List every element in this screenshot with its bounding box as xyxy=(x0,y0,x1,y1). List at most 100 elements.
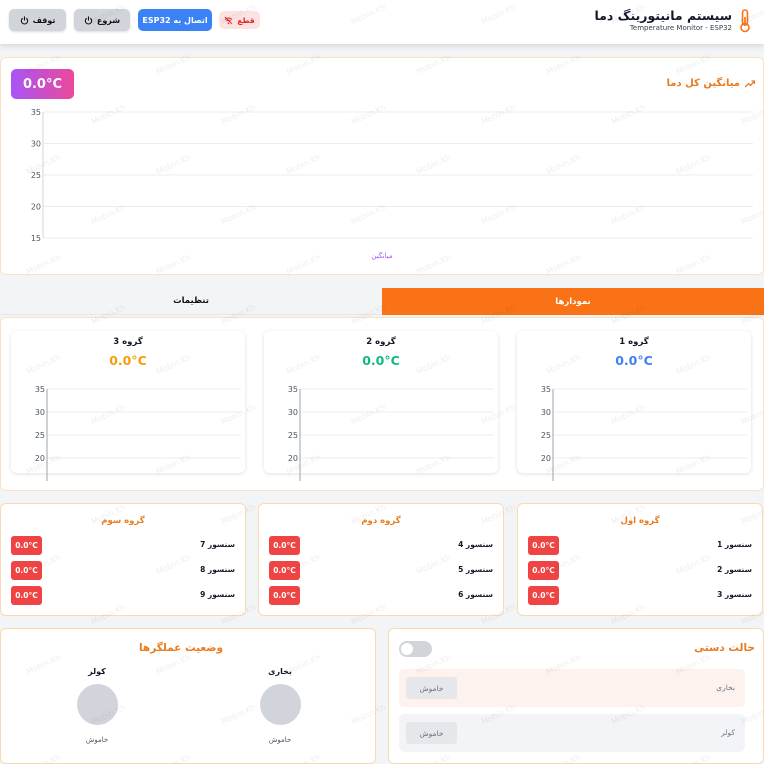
group-charts-panel: گروه 1 0.0°C 35 30 25 20 گروه 2 0.0°C 35 30 2… xyxy=(0,317,764,491)
sensor-value-badge: 0.0°C xyxy=(528,561,559,580)
actuator-state: خاموش xyxy=(85,736,109,744)
connection-status-badge: قطع xyxy=(219,11,260,29)
actuator-heater: بخاری خاموش xyxy=(250,667,310,744)
group-chart-card-1: گروه 1 0.0°C 35 30 25 20 xyxy=(517,331,751,481)
sensor-label: سنسور 7 xyxy=(200,540,235,549)
sensor-label: سنسور 5 xyxy=(458,565,493,574)
sensor-value-badge: 0.0°C xyxy=(269,586,300,605)
trending-up-icon xyxy=(745,79,755,87)
connect-esp32-button[interactable]: اتصال به ESP32 xyxy=(138,9,212,31)
sensor-row: سنسور 7 0.0°C xyxy=(11,536,235,555)
y-tick-label: 35 xyxy=(35,385,45,394)
group-value: 0.0°C xyxy=(615,353,653,368)
thermometer-icon xyxy=(738,8,752,33)
actuator-status-title: وضعیت عملگرها xyxy=(138,642,223,654)
sensor-value-badge: 0.0°C xyxy=(11,536,42,555)
tab-charts[interactable]: نمودارها xyxy=(382,288,764,315)
actuator-cooler: کولر خاموش xyxy=(67,667,127,744)
start-button[interactable]: شروع xyxy=(74,9,130,31)
sensor-label: سنسور 3 xyxy=(717,590,752,599)
y-tick-label: 35 xyxy=(541,385,551,394)
stop-label: توقف xyxy=(32,15,56,25)
manual-row-label: بخاری xyxy=(716,683,735,692)
y-tick-label: 35 xyxy=(288,385,298,394)
start-label: شروع xyxy=(96,15,121,25)
cooler-off-button[interactable]: خاموش xyxy=(406,722,457,744)
average-title: میانگین کل دما xyxy=(667,78,755,89)
average-title-text: میانگین کل دما xyxy=(666,78,740,89)
sensor-group-card-1: گروه اول سنسور 1 0.0°C سنسور 2 0.0°C سنسور… xyxy=(517,503,763,616)
wifi-off-icon xyxy=(224,16,233,24)
group-title: گروه 3 xyxy=(113,337,143,347)
app-subtitle: Temperature Monitor - ESP32 xyxy=(629,24,732,32)
sensor-label: سنسور 1 xyxy=(717,540,752,549)
sensor-value-badge: 0.0°C xyxy=(11,561,42,580)
tab-bar: نمودارها تنظیمات xyxy=(0,288,764,315)
manual-mode-toggle[interactable] xyxy=(399,641,432,657)
y-tick-label: 30 xyxy=(31,140,41,149)
actuator-name: کولر xyxy=(88,667,106,676)
manual-mode-panel: حالت دستی بخاری خاموش کولر خاموش xyxy=(388,628,764,764)
sensor-label: سنسور 2 xyxy=(717,565,752,574)
y-tick-label: 25 xyxy=(288,431,298,440)
sensor-value-badge: 0.0°C xyxy=(269,536,300,555)
group-title: گروه 2 xyxy=(366,337,396,347)
chart-legend-average: میانگین xyxy=(371,252,393,260)
y-tick-label: 15 xyxy=(31,234,41,243)
y-tick-label: 25 xyxy=(541,431,551,440)
group-chart-card-3: گروه 3 0.0°C 35 30 25 20 xyxy=(11,331,245,481)
sensor-row: سنسور 5 0.0°C xyxy=(269,561,493,580)
actuator-name: بخاری xyxy=(268,667,292,676)
manual-row-label: کولر xyxy=(721,728,735,737)
average-chart: 35 30 25 20 15 xyxy=(31,108,753,243)
sensor-label: سنسور 4 xyxy=(458,540,493,549)
heater-off-button[interactable]: خاموش xyxy=(406,677,457,699)
sensor-row: سنسور 6 0.0°C xyxy=(269,586,493,605)
group-chart: 35 30 25 20 xyxy=(35,385,241,481)
connection-status-label: قطع xyxy=(237,15,255,25)
manual-row-cooler: کولر خاموش xyxy=(399,714,745,752)
y-tick-label: 25 xyxy=(31,171,41,180)
average-chart-card: میانگین کل دما 0.0°C 35 30 25 20 15 میانگین xyxy=(0,57,764,275)
actuator-indicator xyxy=(76,684,118,725)
sensor-group-card-3: گروه سوم سنسور 7 0.0°C سنسور 8 0.0°C سنسور… xyxy=(0,503,246,616)
y-tick-label: 25 xyxy=(35,431,45,440)
sensor-label: سنسور 6 xyxy=(458,590,493,599)
sensor-row: سنسور 4 0.0°C xyxy=(269,536,493,555)
tab-settings[interactable]: تنظیمات xyxy=(0,288,382,315)
app-title: سیستم مانیتورینگ دما xyxy=(594,8,732,23)
sensor-label: سنسور 8 xyxy=(200,565,235,574)
toggle-knob xyxy=(401,643,413,655)
sensor-group-title: گروه دوم xyxy=(361,516,401,526)
sensor-row: سنسور 8 0.0°C xyxy=(11,561,235,580)
actuator-indicator xyxy=(259,684,301,725)
sensor-label: سنسور 9 xyxy=(200,590,235,599)
sensor-group-title: گروه اول xyxy=(620,516,660,526)
group-value: 0.0°C xyxy=(109,353,147,368)
y-tick-label: 30 xyxy=(288,408,298,417)
sensor-row: سنسور 2 0.0°C xyxy=(528,561,752,580)
sensor-row: سنسور 3 0.0°C xyxy=(528,586,752,605)
stop-button[interactable]: توقف xyxy=(9,9,66,31)
group-value: 0.0°C xyxy=(362,353,400,368)
manual-row-heater: بخاری خاموش xyxy=(399,669,745,707)
actuator-status-panel: وضعیت عملگرها بخاری خاموش کولر خاموش xyxy=(0,628,376,764)
power-icon xyxy=(84,15,93,24)
manual-mode-title: حالت دستی xyxy=(694,642,755,654)
top-header: سیستم مانیتورینگ دما Temperature Monitor… xyxy=(0,0,764,44)
y-tick-label: 20 xyxy=(541,454,551,463)
sensor-group-card-2: گروه دوم سنسور 4 0.0°C سنسور 5 0.0°C سنسور… xyxy=(258,503,504,616)
group-title: گروه 1 xyxy=(619,337,649,347)
group-chart: 35 30 25 20 xyxy=(288,385,494,481)
brand: سیستم مانیتورینگ دما Temperature Monitor… xyxy=(594,8,752,33)
y-tick-label: 30 xyxy=(35,408,45,417)
y-tick-label: 35 xyxy=(31,108,41,117)
y-tick-label: 20 xyxy=(35,454,45,463)
sensor-row: سنسور 9 0.0°C xyxy=(11,586,235,605)
y-tick-label: 20 xyxy=(31,203,41,212)
sensor-row: سنسور 1 0.0°C xyxy=(528,536,752,555)
y-tick-label: 30 xyxy=(541,408,551,417)
sensor-value-badge: 0.0°C xyxy=(528,586,559,605)
actuator-state: خاموش xyxy=(268,736,292,744)
group-chart-card-2: گروه 2 0.0°C 35 30 25 20 xyxy=(264,331,498,481)
